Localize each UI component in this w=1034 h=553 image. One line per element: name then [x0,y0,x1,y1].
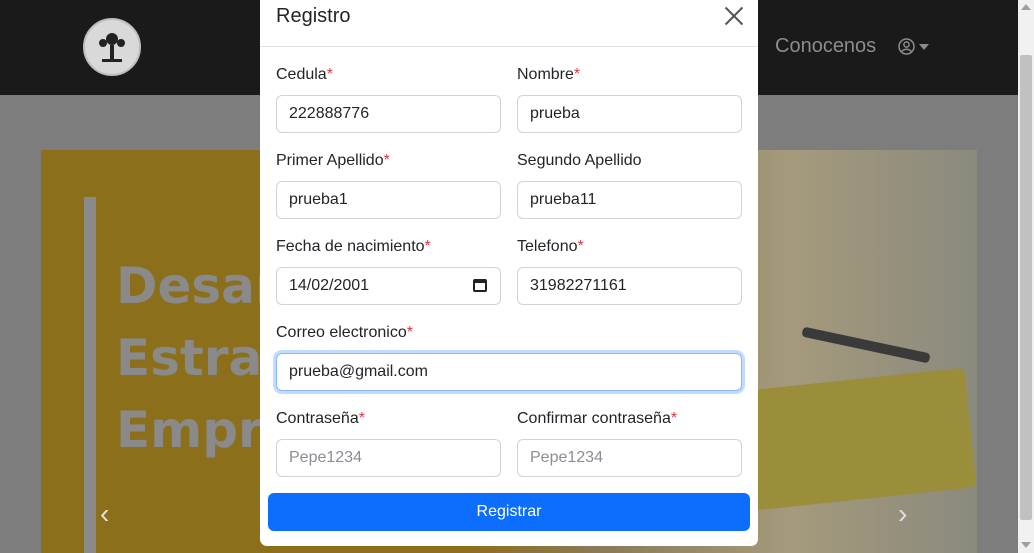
carousel-decor-bar [84,197,96,553]
carousel-next-icon[interactable]: › [898,500,907,528]
registration-modal: Registro Cedula* Nombre* Primer Apellido… [260,0,758,546]
required-marker: * [424,238,431,255]
segundo-apellido-label-text: Segundo Apellido [517,152,642,169]
scroll-down-icon[interactable] [1021,542,1031,548]
chevron-down-icon [919,43,929,50]
contrasena-input[interactable] [276,439,501,477]
nav-link-conocenos[interactable]: Conocenos [775,35,876,58]
carousel-prev-icon[interactable]: ‹ [100,500,109,528]
required-marker: * [573,66,581,83]
user-menu[interactable] [898,38,929,55]
correo-label-text: Correo electronico [276,324,407,341]
user-icon [898,38,915,55]
contrasena-label-text: Contraseña [276,410,359,427]
primer-apellido-input[interactable] [276,181,501,219]
tree-logo-icon [99,33,125,62]
fecha-nacimiento-label: Fecha de nacimiento* [276,238,431,256]
primer-apellido-label-text: Primer Apellido [276,152,384,169]
required-marker: * [577,238,584,255]
modal-title: Registro [276,5,351,27]
correo-input[interactable] [276,353,742,391]
registrar-button[interactable]: Registrar [268,493,750,531]
modal-header: Registro [260,0,758,47]
confirmar-contrasena-input[interactable] [517,439,742,477]
close-icon[interactable] [723,5,745,27]
carousel-image-decor-slot [801,326,931,364]
fecha-nacimiento-field [276,267,501,305]
cedula-label: Cedula* [276,66,333,84]
confirmar-contrasena-label: Confirmar contraseña* [517,410,677,428]
required-marker: * [406,324,413,341]
logo[interactable] [83,18,141,76]
nombre-label-text: Nombre [517,66,574,83]
carousel-image-decor [725,367,977,513]
calendar-icon[interactable] [473,279,487,292]
telefono-input[interactable] [517,267,742,305]
cedula-input[interactable] [276,95,501,133]
telefono-label: Telefono* [517,238,584,256]
segundo-apellido-label: Segundo Apellido [517,152,642,170]
primer-apellido-label: Primer Apellido* [276,152,390,170]
required-marker: * [670,410,678,427]
confirmar-contrasena-label-text: Confirmar contraseña [517,410,671,427]
required-marker: * [383,152,390,169]
cedula-label-text: Cedula [276,66,327,83]
required-marker: * [358,410,365,427]
fecha-nacimiento-input[interactable] [276,267,501,305]
nombre-label: Nombre* [517,66,580,84]
segundo-apellido-input[interactable] [517,181,742,219]
nombre-input[interactable] [517,95,742,133]
correo-label: Correo electronico* [276,324,413,342]
fecha-nacimiento-label-text: Fecha de nacimiento [276,238,425,255]
scroll-up-icon[interactable] [1021,4,1031,10]
scrollbar-thumb[interactable] [1020,55,1032,520]
telefono-label-text: Telefono [517,238,578,255]
required-marker: * [326,66,333,83]
contrasena-label: Contraseña* [276,410,365,428]
